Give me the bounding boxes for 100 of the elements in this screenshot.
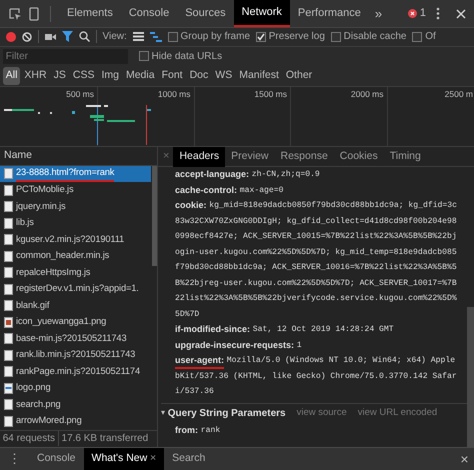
- file-icon: [4, 350, 13, 361]
- inspect-icon[interactable]: [8, 6, 22, 20]
- header-name: user-agent:: [175, 353, 224, 369]
- type-filter[interactable]: Media: [122, 66, 158, 85]
- type-filter[interactable]: Doc: [186, 66, 212, 85]
- clear-icon[interactable]: [22, 32, 32, 42]
- header-value: 22list%22%3A%5B%5B%22bjverifycode.service.kugou.com%22%5D%: [175, 293, 457, 306]
- detail-tab[interactable]: Headers: [173, 146, 226, 167]
- header-name: upgrade-insecure-requests:: [175, 338, 294, 352]
- tab-label: Search: [172, 451, 206, 466]
- type-filter[interactable]: WS: [212, 66, 236, 85]
- request-row[interactable]: kguser.v2.min.js?20190111: [0, 232, 151, 248]
- header-name: cache-control:: [175, 184, 238, 197]
- image-file-icon: [4, 382, 13, 394]
- detail-tab[interactable]: Cookies: [334, 146, 384, 167]
- header-value: 5D%7D: [175, 308, 200, 321]
- image-file-icon: [4, 316, 13, 328]
- checkbox[interactable]: [330, 32, 341, 42]
- detail-tab[interactable]: Preview: [225, 146, 274, 167]
- request-row[interactable]: base-min.js?201505211743: [0, 330, 151, 348]
- request-row[interactable]: search.png: [0, 396, 151, 414]
- header-value: zh-CN,zh;q=0.9: [252, 169, 320, 182]
- error-count: 1: [420, 6, 426, 22]
- time-tick: 1000 ms: [158, 88, 190, 100]
- request-row[interactable]: logo.png: [0, 380, 151, 397]
- panel-tab[interactable]: Elements: [59, 0, 121, 27]
- header-value: ogin-user.kugou.com%22%5D%5D%7D; kg_mid_temp=818e9dadcb085: [175, 246, 457, 259]
- tab-close-button[interactable]: ×: [150, 451, 156, 467]
- drawer-tab[interactable]: Console: [29, 448, 84, 470]
- tab-label: What's New: [92, 451, 148, 466]
- request-row[interactable]: registerDev.v1.min.js?appid=1.: [0, 281, 151, 298]
- header-value: Mozilla/5.0 (Windows NT 10.0; Win64; x64) Apple: [226, 355, 456, 368]
- header-value: 83w32CXW70ZxGNG0DDIgH; kg_dfid_collect=d41d8cd98f00b204e98: [175, 216, 457, 228]
- section-title[interactable]: Query String Parameters: [168, 406, 286, 421]
- request-row[interactable]: blank.gif: [0, 298, 151, 314]
- request-row[interactable]: jquery.min.js: [0, 198, 151, 216]
- expand-toggle[interactable]: ▾: [161, 407, 165, 420]
- filter-icon[interactable]: [62, 31, 72, 42]
- header-value: kg_mid=818e9dadcb0850f79bd30cd88bb1dc9a; kg_dfid=3c: [209, 200, 457, 212]
- checkbox-label: Hide data URLs: [152, 50, 222, 64]
- more-options-icon[interactable]: [436, 7, 440, 20]
- status-text: 64 requests: [2, 432, 56, 446]
- type-filter[interactable]: Manifest: [236, 66, 282, 85]
- file-icon: [4, 416, 13, 427]
- drawer-menu-button[interactable]: ⋮: [0, 448, 29, 470]
- close-button[interactable]: ×: [460, 452, 468, 466]
- type-filter[interactable]: CSS: [70, 66, 98, 85]
- request-row[interactable]: rank.lib.min.js?201505211743: [0, 347, 151, 364]
- more-tabs-button[interactable]: »: [374, 7, 382, 20]
- type-filter[interactable]: Font: [158, 66, 186, 85]
- checkbox[interactable]: [168, 32, 178, 42]
- file-icon: [4, 250, 13, 262]
- header-value: f79bd30cd88bb1dc9a; ACK_SERVER_10016=%7B%22list%22%3A%5B%5: [175, 262, 457, 274]
- panel-tab[interactable]: Network: [234, 0, 290, 27]
- checkbox-label: Of: [425, 30, 436, 44]
- detail-tab[interactable]: Response: [274, 146, 334, 167]
- panel-tab[interactable]: Performance: [290, 0, 369, 27]
- panel-tab[interactable]: Sources: [177, 0, 234, 27]
- type-filter[interactable]: JS: [50, 66, 69, 85]
- type-filter[interactable]: All: [2, 66, 20, 85]
- file-icon: [4, 168, 13, 180]
- request-row[interactable]: 23-8888.html?from=rank: [0, 166, 151, 182]
- record-icon[interactable]: [6, 32, 16, 42]
- device-icon[interactable]: [28, 6, 40, 20]
- type-filter[interactable]: Img: [98, 66, 122, 85]
- header-name: if-modified-since:: [175, 323, 250, 336]
- detail-tab[interactable]: Timing: [384, 146, 427, 167]
- scrollbar-thumb[interactable]: [467, 307, 474, 447]
- request-row[interactable]: rankPage.min.js?20150521174: [0, 364, 151, 380]
- param-value: rank: [200, 424, 220, 437]
- request-row[interactable]: common_header.min.js: [0, 248, 151, 265]
- checkbox[interactable]: [412, 32, 422, 42]
- camera-icon[interactable]: [44, 32, 56, 41]
- request-row[interactable]: lib.js: [0, 215, 151, 232]
- header-name: cookie:: [175, 199, 207, 212]
- checkbox[interactable]: [256, 32, 266, 42]
- header-name: accept-language:: [175, 168, 250, 182]
- checkbox-label: Preserve log: [268, 30, 325, 44]
- type-filter[interactable]: XHR: [21, 66, 50, 85]
- type-filter[interactable]: Other: [282, 66, 316, 85]
- request-row[interactable]: arrowMored.png: [0, 413, 151, 430]
- error-icon: [408, 9, 418, 18]
- filter-field[interactable]: Filter: [2, 48, 128, 64]
- list-view-icon[interactable]: [132, 32, 144, 42]
- scrollbar-thumb[interactable]: [152, 166, 157, 266]
- request-row[interactable]: repalceHttpsImg.js: [0, 264, 151, 282]
- file-icon: [4, 267, 13, 278]
- panel-tab[interactable]: Console: [120, 0, 178, 27]
- tab-label: Console: [37, 451, 76, 466]
- waterfall-view-icon[interactable]: [150, 32, 162, 42]
- drawer-tab[interactable]: What's New ×: [84, 448, 164, 470]
- close-icon[interactable]: [456, 8, 466, 18]
- search-icon[interactable]: [78, 31, 90, 42]
- drawer-tab[interactable]: Search: [164, 448, 214, 470]
- param-name: from:: [175, 424, 198, 437]
- request-row[interactable]: PCToMoblie.js: [0, 182, 151, 199]
- request-row[interactable]: icon_yuewangga1.png: [0, 314, 151, 331]
- checkbox[interactable]: [138, 51, 149, 62]
- file-icon: [4, 366, 13, 378]
- column-header: Name: [4, 148, 32, 164]
